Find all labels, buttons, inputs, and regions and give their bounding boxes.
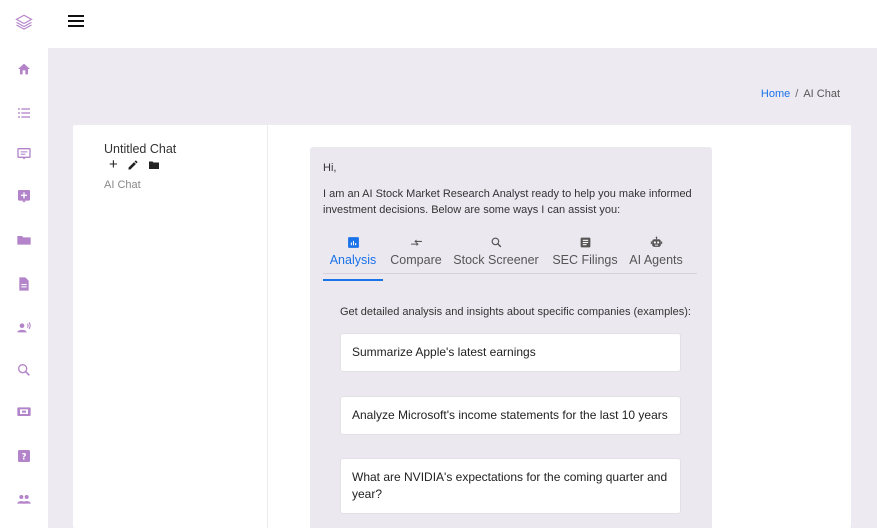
example-prompt[interactable]: What are NVIDIA's expectations for the c… bbox=[340, 458, 681, 514]
tab-ai-agents[interactable]: AI Agents bbox=[629, 234, 683, 274]
chat-list-panel: Untitled Chat + AI Chat bbox=[73, 125, 268, 528]
tab-label: SEC Filings bbox=[552, 253, 618, 267]
group-icon[interactable] bbox=[15, 490, 33, 508]
tab-sec-filings[interactable]: SEC Filings bbox=[550, 234, 620, 274]
breadcrumb-separator: / bbox=[795, 88, 799, 100]
chat-subtitle: AI Chat bbox=[104, 179, 141, 191]
left-rail: ? bbox=[0, 0, 48, 528]
article-icon bbox=[579, 234, 592, 251]
tab-analysis[interactable]: Analysis bbox=[323, 234, 383, 274]
tab-label: Compare bbox=[390, 253, 442, 267]
help-icon[interactable]: ? bbox=[15, 447, 33, 465]
svg-text:?: ? bbox=[21, 452, 26, 462]
chat-title[interactable]: Untitled Chat bbox=[104, 142, 176, 156]
tab-compare[interactable]: Compare bbox=[390, 234, 442, 274]
edit-icon[interactable] bbox=[127, 159, 139, 171]
robot-icon bbox=[650, 234, 663, 251]
folder-icon[interactable] bbox=[15, 231, 33, 249]
section-description: Get detailed analysis and insights about… bbox=[340, 306, 691, 318]
add-box-icon[interactable] bbox=[15, 187, 33, 205]
chat-card: Untitled Chat + AI Chat Hi, I am an AI S… bbox=[73, 125, 851, 528]
screen-icon[interactable] bbox=[15, 403, 33, 421]
breadcrumb-home-link[interactable]: Home bbox=[761, 88, 790, 100]
top-bar bbox=[48, 0, 877, 48]
breadcrumb-current: AI Chat bbox=[803, 88, 840, 100]
tab-label: Stock Screener bbox=[453, 253, 539, 267]
active-tab-indicator bbox=[323, 279, 383, 281]
example-prompt[interactable]: Summarize Apple's latest earnings bbox=[340, 333, 681, 372]
document-icon[interactable] bbox=[15, 275, 33, 293]
search-icon[interactable] bbox=[15, 361, 33, 379]
folder-icon[interactable] bbox=[148, 159, 160, 171]
capability-tabs: Analysis Compare Stock Screener SEC Fili… bbox=[323, 234, 697, 281]
intro-text: I am an AI Stock Market Research Analyst… bbox=[323, 188, 692, 216]
greeting-text: Hi, bbox=[323, 162, 337, 174]
menu-icon[interactable] bbox=[68, 15, 84, 29]
assistant-message: Hi, I am an AI Stock Market Research Ana… bbox=[310, 147, 712, 528]
tab-stock-screener[interactable]: Stock Screener bbox=[453, 234, 539, 274]
chat-actions: + bbox=[109, 157, 160, 172]
breadcrumb: Home / AI Chat bbox=[761, 88, 840, 100]
tab-label: Analysis bbox=[329, 253, 377, 267]
layers-icon[interactable] bbox=[15, 13, 33, 31]
tab-label: AI Agents bbox=[629, 253, 683, 267]
search-icon bbox=[490, 234, 503, 251]
example-prompt[interactable]: Analyze Microsoft's income statements fo… bbox=[340, 396, 681, 435]
speaker-person-icon[interactable] bbox=[15, 318, 33, 336]
chart-icon bbox=[347, 234, 360, 251]
home-icon[interactable] bbox=[15, 60, 33, 78]
chat-icon[interactable] bbox=[15, 145, 33, 163]
list-icon[interactable] bbox=[15, 104, 33, 122]
compare-arrows-icon bbox=[410, 234, 423, 251]
new-chat-button[interactable]: + bbox=[109, 157, 118, 172]
